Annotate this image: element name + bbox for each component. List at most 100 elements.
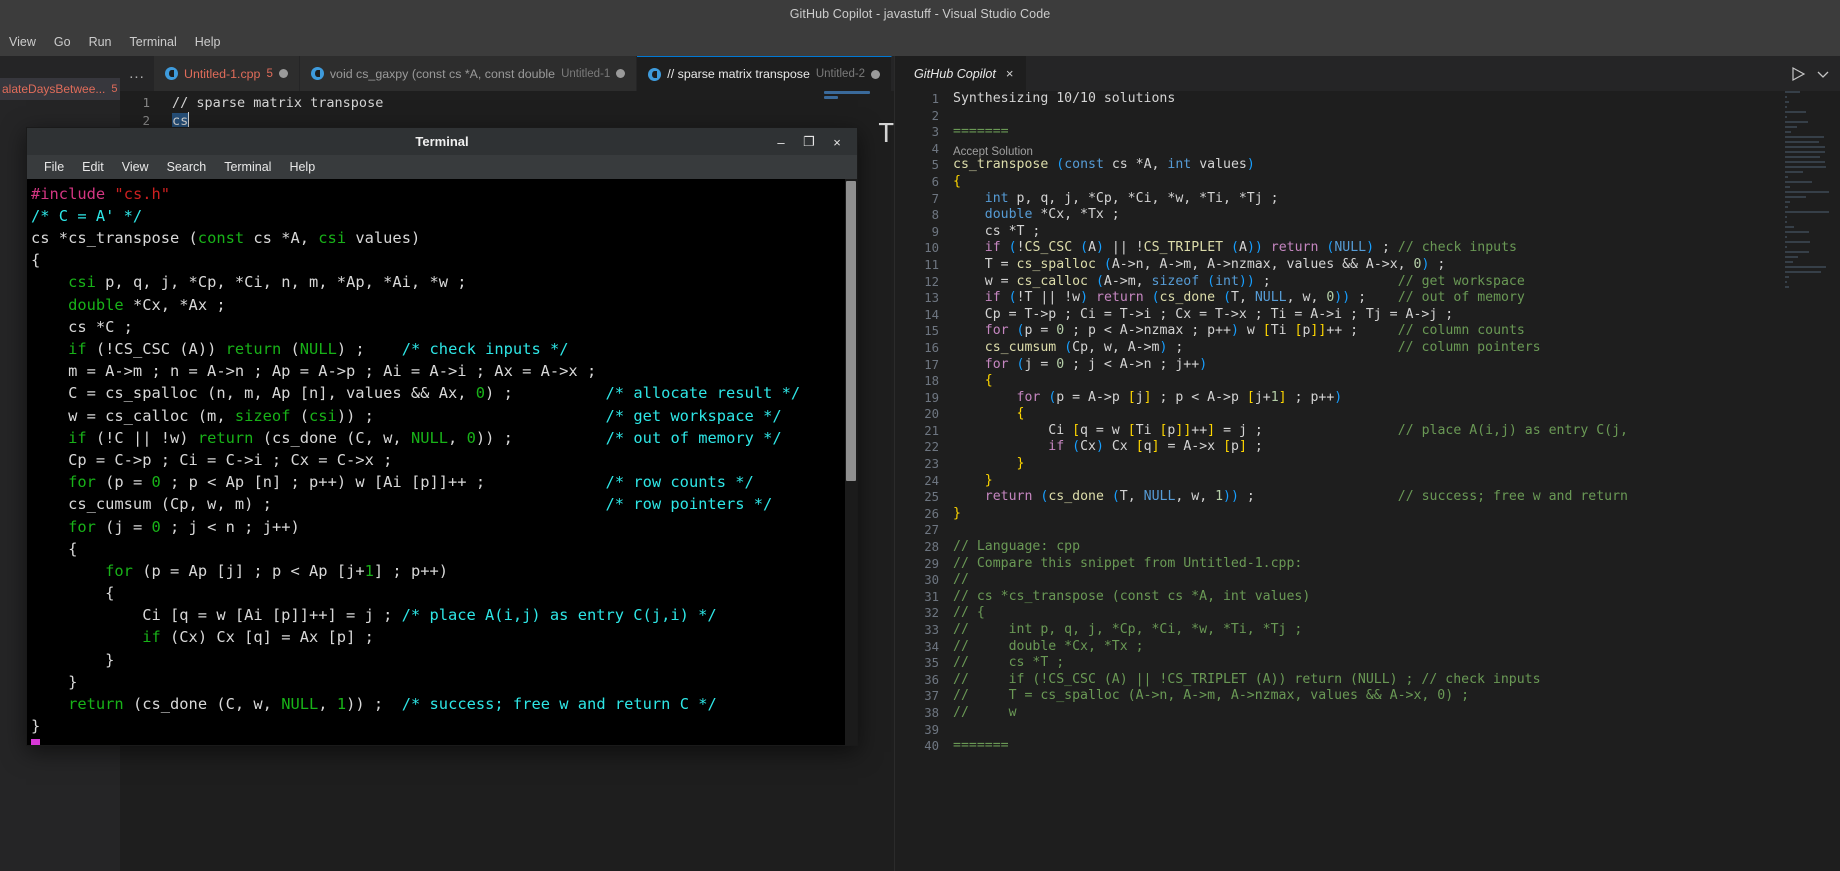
minimap-line (1785, 101, 1789, 103)
line-text: if (Cx) Cx [q] = A->x [p] ; (953, 439, 1263, 456)
menu-item-terminal[interactable]: Terminal (121, 32, 186, 52)
copilot-minimap[interactable] (1782, 91, 1828, 871)
text-cursor (188, 112, 189, 127)
copilot-code-line: 19 for (p = A->p [j] ; p < A->p [j+1] ; … (895, 390, 1840, 407)
terminal-line: cs *cs_transpose (const cs *A, csi value… (31, 227, 857, 249)
line-number: 14 (895, 307, 953, 324)
minimap-line (1785, 241, 1810, 243)
minimap-line (1785, 126, 1797, 128)
tab-github-copilot[interactable]: GitHub Copilot × (895, 56, 1026, 91)
line-number: 26 (895, 506, 953, 523)
terminal-output[interactable]: #include "cs.h"/* C = A' */cs *cs_transp… (27, 179, 857, 745)
terminal-menu-file[interactable]: File (35, 158, 73, 176)
line-text: T = cs_spalloc (A->n, A->m, A->nzmax, va… (953, 257, 1445, 274)
terminal-line: { (31, 582, 857, 604)
line-text: // T = cs_spalloc (A->n, A->m, A->nzmax,… (953, 688, 1469, 705)
minimap-line (1785, 201, 1790, 203)
minimap-line (1785, 186, 1790, 188)
run-icon[interactable] (1790, 65, 1808, 83)
minimap-line (1785, 256, 1798, 258)
line-number: 22 (895, 439, 953, 456)
copilot-code-line: 21 Ci [q = w [Ti [p]]++] = j ; // place … (895, 423, 1840, 440)
editor-tab-dirty-dot[interactable] (616, 69, 625, 78)
minimap-line (1785, 286, 1789, 288)
terminal-title: Terminal (27, 134, 857, 149)
minimap-line (1785, 111, 1806, 113)
editor-tab-error-count: 5 (266, 68, 272, 80)
terminal-menu-bar: File Edit View Search Terminal Help (27, 155, 857, 178)
editor-tab-label: // sparse matrix transpose (667, 67, 810, 81)
terminal-line: m = A->m ; n = A->n ; Ap = A->p ; Ai = A… (31, 360, 857, 382)
minimap-line (1785, 151, 1825, 153)
line-text: cs *T ; (953, 224, 1040, 241)
line-number: 37 (895, 688, 953, 705)
menu-item-run[interactable]: Run (80, 32, 121, 52)
accept-solution-link[interactable]: Accept Solution (953, 144, 1033, 161)
minimap-line (1785, 146, 1825, 148)
line-number: 8 (895, 207, 953, 224)
editor-ghost-char: T (878, 119, 894, 149)
window-title: GitHub Copilot - javastuff - Visual Stud… (790, 7, 1051, 21)
minimap-line (1785, 231, 1809, 233)
line-text: if (!T || !w) return (cs_done (T, NULL, … (953, 290, 1525, 307)
editor-tab-sparse-matrix-transpose[interactable]: // sparse matrix transpose Untitled-2 (637, 56, 892, 91)
line-number: 33 (895, 622, 953, 639)
terminal-title-bar[interactable]: Terminal – ❐ × (27, 128, 857, 155)
minimap-line (1785, 271, 1821, 273)
minimap-line (1785, 246, 1787, 248)
line-text: ======= (953, 124, 1009, 141)
terminal-menu-edit[interactable]: Edit (73, 158, 113, 176)
copilot-code-view[interactable]: 1Synthesizing 10/10 solutions23=======45… (895, 91, 1840, 871)
open-editor-error-count: 5 (111, 83, 117, 95)
terminal-window[interactable]: Terminal – ❐ × File Edit View Search Ter… (26, 127, 858, 746)
copilot-scrollbar[interactable] (1829, 91, 1839, 871)
editor-tab-dirty-dot[interactable] (871, 70, 880, 79)
terminal-line: cs *C ; (31, 316, 857, 338)
terminal-menu-view[interactable]: View (113, 158, 158, 176)
line-number: 36 (895, 672, 953, 689)
terminal-line: if (!C || !w) return (cs_done (C, w, NUL… (31, 427, 857, 449)
maximize-button[interactable]: ❐ (795, 131, 823, 153)
copilot-code-line: 3======= (895, 124, 1840, 141)
menu-item-help[interactable]: Help (186, 32, 230, 52)
editor-tab-subtitle: Untitled-1 (561, 68, 610, 80)
terminal-menu-terminal[interactable]: Terminal (215, 158, 280, 176)
copilot-tab-label: GitHub Copilot (914, 67, 996, 81)
line-number: 27 (895, 522, 953, 539)
menu-item-go[interactable]: Go (45, 32, 80, 52)
terminal-menu-search[interactable]: Search (158, 158, 216, 176)
menu-item-view[interactable]: View (0, 32, 45, 52)
terminal-line: w = cs_calloc (m, sizeof (csi)) ; /* get… (31, 405, 857, 427)
terminal-line: for (j = 0 ; j < n ; j++) (31, 516, 857, 538)
terminal-scrollbar[interactable] (845, 179, 857, 745)
copilot-code-line: 25 return (cs_done (T, NULL, w, 1)) ; //… (895, 489, 1840, 506)
copilot-code-line: 1Synthesizing 10/10 solutions (895, 91, 1840, 108)
close-button[interactable]: × (823, 131, 851, 153)
tabs-overflow-icon[interactable]: ... (120, 56, 154, 91)
close-icon[interactable]: × (1003, 66, 1014, 81)
chevron-down-icon[interactable] (1816, 67, 1830, 81)
editor-tab-cs-gaxpy[interactable]: void cs_gaxpy (const cs *A, const double… (300, 56, 637, 91)
terminal-cursor-line (31, 737, 857, 745)
copilot-code-line: 23 } (895, 456, 1840, 473)
copilot-code-line: 38// w (895, 705, 1840, 722)
terminal-line: } (31, 649, 857, 671)
editor-tab-untitled-1[interactable]: Untitled-1.cpp 5 (154, 56, 300, 91)
minimize-button[interactable]: – (767, 131, 795, 153)
editor-tab-subtitle: Untitled-2 (816, 68, 865, 80)
line-text: { (953, 174, 961, 191)
minimap-line (1785, 181, 1812, 183)
copilot-code-line: 10 if (!CS_CSC (A) || !CS_TRIPLET (A)) r… (895, 240, 1840, 257)
copilot-tab-actions (1790, 56, 1840, 91)
copilot-code-line: 32// { (895, 605, 1840, 622)
editor-tab-dirty-dot[interactable] (279, 69, 288, 78)
line-text: { (953, 406, 1024, 423)
line-number: 16 (895, 340, 953, 357)
line-text: // w (953, 705, 1017, 722)
line-text: if (!CS_CSC (A) || !CS_TRIPLET (A)) retu… (953, 240, 1517, 257)
copilot-code-line: 13 if (!T || !w) return (cs_done (T, NUL… (895, 290, 1840, 307)
terminal-line: #include "cs.h" (31, 183, 857, 205)
terminal-scrollbar-thumb[interactable] (846, 181, 856, 481)
open-editor-item[interactable]: alateDaysBetwee... 5 (0, 78, 120, 100)
terminal-menu-help[interactable]: Help (280, 158, 324, 176)
